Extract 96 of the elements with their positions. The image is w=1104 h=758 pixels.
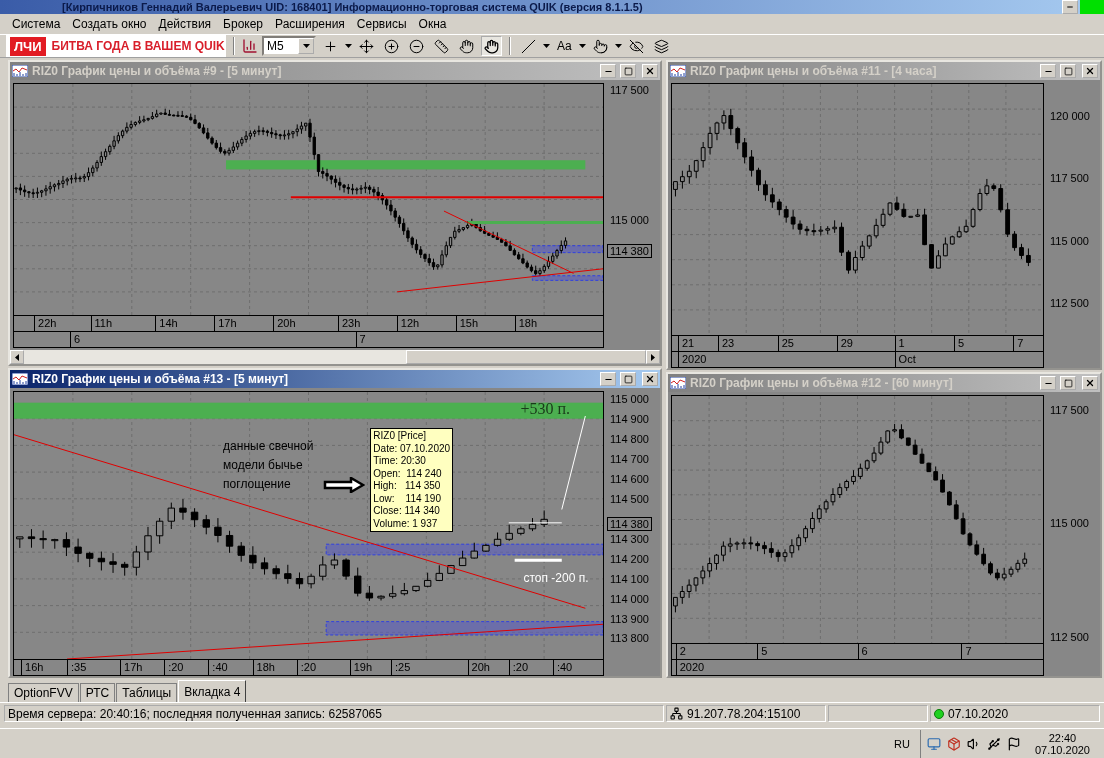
server-address: 91.207.78.204:15100 bbox=[666, 705, 826, 722]
font-button[interactable]: Aa bbox=[554, 36, 575, 56]
price-axis-label: 113 800 bbox=[610, 632, 649, 645]
tab[interactable]: OptionFVV bbox=[8, 683, 79, 702]
time-axis-label: 6 bbox=[857, 644, 868, 659]
window-title: RIZ0 График цены и объёма #13 - [5 минут] bbox=[32, 372, 290, 386]
price-axis-label: 112 500 bbox=[1050, 297, 1089, 310]
app-title: [Кирпичников Геннадий Валерьевич UID: 168401] Информационно-торговая система QUIK (версия 8.1.1.5) bbox=[62, 0, 643, 14]
tooltip-line: High: 114 350 bbox=[373, 480, 442, 493]
time-axis-label: 23h bbox=[337, 316, 361, 331]
window-title-bar[interactable]: RIZ0 График цены и объёма #13 - [5 минут] bbox=[10, 370, 660, 388]
price-axis-label: 114 300 bbox=[610, 532, 649, 545]
price-axis-label: 114 900 bbox=[610, 413, 649, 425]
time-axis-label: 11h bbox=[90, 316, 113, 331]
price-axis-label: 114 700 bbox=[610, 452, 649, 465]
price-axis-label: 114 800 bbox=[610, 433, 649, 445]
time-axis-label: 1 bbox=[894, 336, 905, 351]
time-axis-label: :20 bbox=[296, 660, 316, 675]
menu-item[interactable]: Сервисы bbox=[350, 17, 413, 31]
time-axis-label: :35 bbox=[67, 660, 87, 675]
time-axis-label: 15h bbox=[455, 316, 479, 331]
window-title: RIZ0 График цены и объёма #9 - [5 минут] bbox=[32, 64, 283, 78]
last-price-label: 114 380 bbox=[607, 243, 652, 258]
price-axis-label: 115 000 bbox=[1050, 234, 1089, 247]
price-axis-label: 114 100 bbox=[610, 572, 649, 585]
menu-item[interactable]: Создать окно bbox=[66, 17, 153, 31]
tab[interactable]: Таблицы bbox=[116, 683, 178, 702]
tooltip-line: Volume: 1 937 bbox=[373, 517, 439, 531]
time-axis-label: 19h bbox=[349, 660, 373, 675]
tab[interactable]: РТС bbox=[79, 683, 116, 702]
tooltip-line: Low: 114 190 bbox=[373, 492, 442, 506]
time-axis-label: 7 bbox=[1013, 336, 1024, 351]
annotation-text: данные свечной модели бычье поглощение bbox=[223, 438, 315, 494]
time-axis-label: :20 bbox=[164, 660, 184, 675]
menu-item[interactable]: Брокер bbox=[217, 17, 270, 31]
promo-banner[interactable]: ЛЧИ БИТВА ГОДА В ВАШЕМ QUIK bbox=[6, 35, 226, 57]
banner-logo: ЛЧИ bbox=[10, 36, 46, 56]
time-axis-label: 29 bbox=[836, 336, 853, 351]
time-axis-label: 5 bbox=[757, 644, 768, 659]
price-axis-label: 114 200 bbox=[610, 552, 649, 565]
price-axis-label: 115 000 bbox=[610, 393, 649, 406]
time-axis-label: 23 bbox=[718, 336, 735, 351]
tab[interactable]: Вкладка 4 bbox=[178, 680, 247, 702]
time-axis-label: 2 bbox=[675, 644, 686, 659]
date-axis-label: 7 bbox=[355, 332, 366, 347]
time-axis-label: 17h bbox=[214, 316, 237, 331]
time-axis-label: 25 bbox=[777, 336, 794, 351]
interval-select[interactable]: M5 bbox=[262, 36, 316, 56]
time-axis-label: :40 bbox=[208, 660, 228, 675]
price-axis-label: 120 000 bbox=[1050, 109, 1090, 122]
price-axis-label: 117 500 bbox=[1050, 172, 1089, 185]
price-axis-label: 113 900 bbox=[610, 612, 649, 625]
time-axis-label: 7 bbox=[961, 644, 972, 659]
time-axis-label: 20h bbox=[273, 316, 296, 331]
language-indicator[interactable]: RU bbox=[894, 737, 910, 750]
date-axis-label: 6 bbox=[69, 332, 81, 347]
tooltip-line: Time: 20:30 bbox=[373, 455, 427, 468]
menu-item[interactable]: Система bbox=[6, 17, 67, 31]
target-label: +530 п. bbox=[520, 400, 571, 418]
status-message: Время сервера: 20:40:16; последняя полученная запись: 62587065 bbox=[4, 705, 664, 722]
tooltip-line: Open: 114 240 bbox=[373, 467, 443, 481]
time-axis-label: 16h bbox=[21, 660, 44, 675]
time-axis-label: 18h bbox=[514, 316, 537, 331]
time-axis-label: :25 bbox=[390, 660, 411, 675]
price-axis-label: 117 500 bbox=[1050, 403, 1089, 416]
price-axis-label: 112 500 bbox=[1050, 630, 1089, 643]
price-axis-label: 117 500 bbox=[610, 84, 649, 96]
tooltip-line: Date: 07.10.2020 bbox=[373, 442, 451, 456]
menu-item[interactable]: Окна bbox=[412, 17, 453, 31]
price-axis-label: 115 000 bbox=[610, 214, 649, 227]
time-axis-label: 12h bbox=[396, 316, 420, 331]
date-axis-label: 2020 bbox=[675, 660, 705, 675]
connection-date: 07.10.2020 bbox=[930, 705, 1100, 722]
time-axis-label: 17h bbox=[120, 660, 143, 675]
stop-label: стоп -200 п. bbox=[523, 570, 589, 585]
price-axis-label: 115 000 bbox=[1050, 517, 1089, 530]
banner-text: БИТВА ГОДА В ВАШЕМ QUIK bbox=[51, 39, 225, 53]
time-axis-label: 14h bbox=[155, 316, 178, 331]
time-axis-label: 22h bbox=[34, 316, 57, 331]
time-axis-label: 5 bbox=[953, 336, 965, 351]
price-axis-label: 114 000 bbox=[610, 592, 649, 605]
price-axis-label: 114 600 bbox=[610, 472, 649, 485]
tooltip-line: RIZ0 [Price] bbox=[373, 430, 428, 443]
date-axis-label: Oct bbox=[894, 352, 916, 367]
tooltip-line: Close: 114 340 bbox=[373, 505, 441, 518]
time-axis-label: 21 bbox=[677, 336, 695, 351]
time-axis-label: :40 bbox=[552, 660, 573, 675]
time-axis-label: :20 bbox=[508, 660, 529, 675]
clock[interactable]: 22:40 07.10.2020 bbox=[1026, 731, 1098, 756]
last-price-label: 114 380 bbox=[607, 517, 652, 532]
time-axis-label: 18h bbox=[252, 660, 275, 675]
menu-item[interactable]: Действия bbox=[152, 17, 218, 31]
date-axis-label: 2020 bbox=[677, 352, 707, 367]
price-axis-label: 114 500 bbox=[610, 492, 649, 505]
menu-item[interactable]: Расширения bbox=[269, 17, 351, 31]
time-axis-label: 20h bbox=[467, 660, 490, 675]
